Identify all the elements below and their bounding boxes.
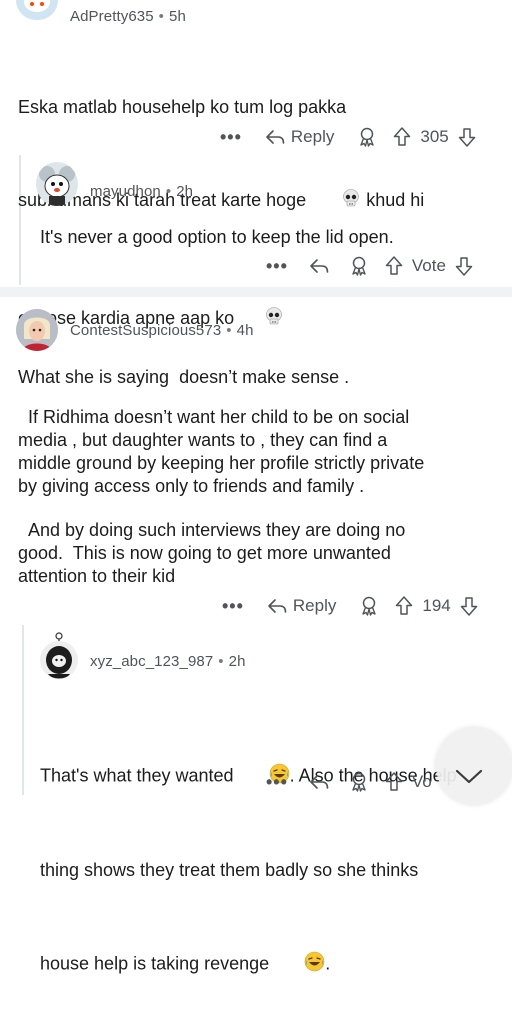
comment-paragraph: And by doing such interviews they are do… (18, 520, 406, 586)
reply-arrow-icon (264, 127, 286, 147)
upvote-icon[interactable] (384, 255, 404, 277)
comment-text: . (325, 953, 331, 974)
comment-paragraph: If Ridhima doesn’t want her child to be … (18, 407, 425, 496)
more-options-button[interactable]: ••• (266, 256, 288, 277)
reply-arrow-icon[interactable] (308, 772, 330, 792)
vote-label: Vote (411, 256, 446, 275)
comment-body: It's never a good option to keep the lid… (40, 227, 394, 247)
more-options-button[interactable]: ••• (266, 772, 288, 793)
upvote-icon[interactable] (392, 126, 412, 148)
meta-separator: • (165, 183, 172, 200)
comment-line: Eska matlab househelp ko tum log pakka (18, 97, 347, 117)
avatar[interactable] (36, 162, 78, 206)
meta-separator: • (226, 322, 232, 339)
comment-author[interactable]: mayudhon • 2h (90, 183, 193, 200)
comment-body: That's what they wanted . Also the house… (40, 694, 510, 1024)
username[interactable]: ContestSuspicious573 (70, 322, 221, 339)
comment-paragraph: What she is saying doesn’t make sense . (18, 367, 350, 387)
thread-separator (0, 287, 512, 297)
comment-actions: ••• Reply 194 (222, 592, 479, 620)
more-options-button[interactable]: ••• (220, 127, 242, 148)
meta-separator: • (218, 653, 224, 670)
award-icon[interactable] (358, 595, 380, 617)
more-options-button[interactable]: ••• (222, 596, 244, 617)
laughing-emoji (274, 928, 325, 1001)
award-icon[interactable] (348, 255, 370, 277)
comment-text: That's what they wanted (40, 765, 239, 786)
vote-count: 305 (420, 127, 449, 146)
avatar[interactable] (38, 632, 80, 682)
username[interactable]: xyz_abc_123_987 (90, 653, 213, 670)
reply-arrow-icon (266, 596, 288, 616)
comment-age: 2h (176, 183, 194, 200)
thread-line (22, 625, 24, 795)
award-icon[interactable] (348, 771, 370, 793)
downvote-icon[interactable] (457, 126, 477, 148)
vote-label: Vo (411, 772, 432, 791)
comment-text: house help is taking revenge (40, 953, 275, 974)
username[interactable]: AdPretty635 (70, 8, 154, 25)
comment-age: 2h (228, 653, 246, 670)
comment-actions: ••• Vote (266, 252, 474, 280)
downvote-icon[interactable] (459, 595, 479, 617)
award-icon[interactable] (356, 126, 378, 148)
vote-count: 194 (422, 596, 451, 615)
meta-separator: • (158, 8, 165, 25)
reply-label: Reply (292, 596, 337, 615)
reply-button[interactable]: Reply (264, 127, 334, 147)
comment-author[interactable]: ContestSuspicious573 • 4h (70, 322, 254, 339)
comment-text: khud hi (361, 189, 425, 210)
avatar[interactable] (16, 0, 58, 20)
username[interactable]: mayudhon (90, 183, 161, 200)
comment-actions: ••• Vo (266, 768, 432, 796)
comment-line: thing shows they treat them badly so she… (40, 860, 419, 880)
comment-age: 5h (169, 8, 186, 25)
reply-label: Reply (290, 127, 335, 146)
comment-actions: ••• Reply 305 (220, 123, 477, 151)
reply-arrow-icon[interactable] (308, 256, 330, 276)
avatar[interactable] (16, 309, 58, 351)
comment-age: 4h (236, 322, 254, 339)
upvote-icon[interactable] (384, 771, 404, 793)
comment-line: house help is taking revenge . (40, 928, 510, 1001)
upvote-icon[interactable] (394, 595, 414, 617)
downvote-icon[interactable] (454, 255, 474, 277)
comment-author[interactable]: xyz_abc_123_987 • 2h (90, 653, 246, 670)
comment-author[interactable]: AdPretty635 • 5h (70, 8, 186, 25)
chevron-down-icon (454, 768, 484, 786)
reply-button[interactable]: Reply (266, 596, 336, 616)
